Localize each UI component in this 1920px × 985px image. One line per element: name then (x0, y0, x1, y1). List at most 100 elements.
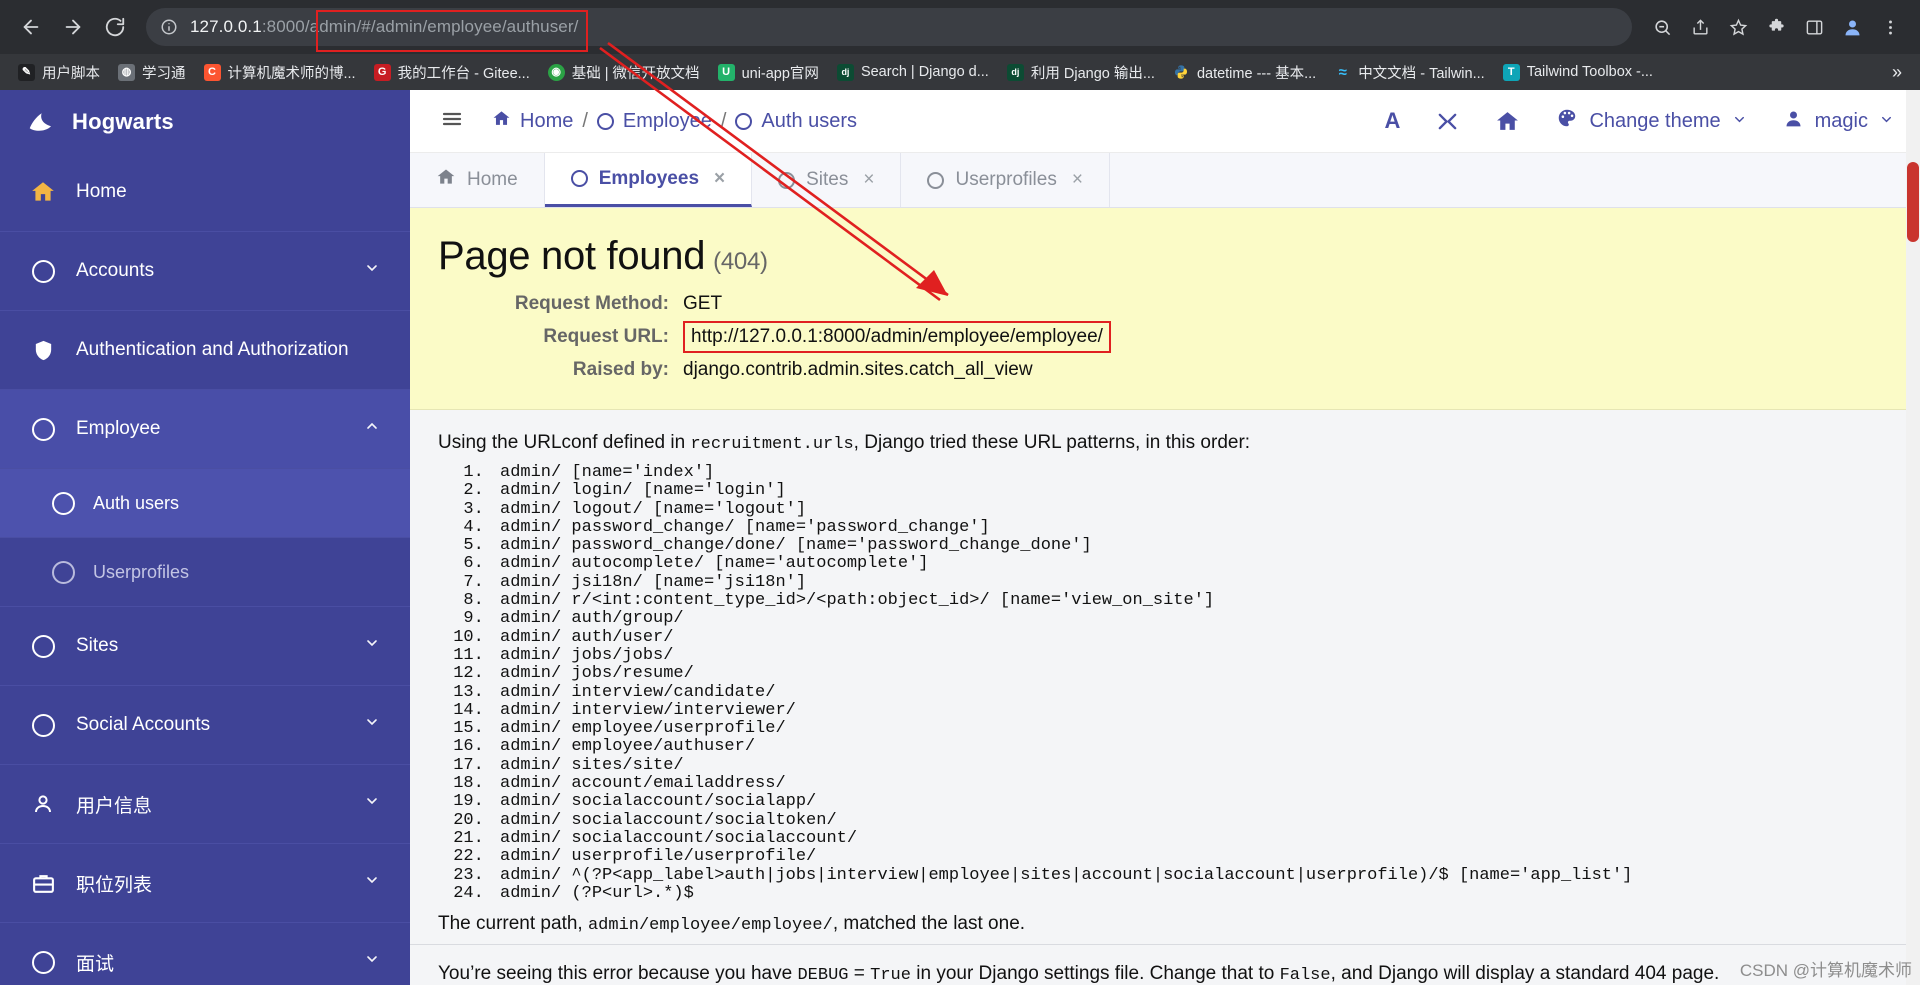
top-bar-actions: A Change theme magic (1385, 107, 1894, 135)
shuffle-icon[interactable] (1436, 110, 1459, 133)
font-size-icon[interactable]: A (1385, 108, 1401, 134)
bookmark-item[interactable]: ✎ 用户脚本 (10, 58, 108, 87)
url-pattern-item: admin/ auth/group/ (494, 610, 1920, 629)
sidebar-subitem-label: Userprofiles (93, 561, 190, 582)
user-menu-button[interactable]: magic (1783, 108, 1894, 135)
sidebar-item-employee[interactable]: Employee (0, 390, 410, 469)
circle-icon (778, 171, 796, 189)
home-icon[interactable] (1495, 109, 1520, 134)
url-pattern-item: admin/ password_change/done/ [name='pass… (494, 536, 1920, 555)
browser-chrome: 127.0.0.1:8000/admin/#/admin/employee/au… (0, 0, 1920, 90)
sidebar-item-auth-users[interactable]: Auth users (0, 469, 410, 538)
change-theme-button[interactable]: Change theme (1556, 107, 1746, 135)
close-icon[interactable]: × (863, 169, 874, 191)
share-icon[interactable] (1682, 9, 1718, 45)
debug-flag: DEBUG (797, 966, 849, 985)
page-scrollbar[interactable] (1906, 90, 1920, 985)
breadcrumb-item-auth-users[interactable]: Auth users (735, 110, 857, 133)
site-info-icon[interactable] (160, 18, 178, 36)
breadcrumb-separator: / (720, 109, 727, 132)
tab-home[interactable]: Home (410, 153, 545, 207)
url-pattern-item: admin/ (?P<url>.*)$ (494, 884, 1920, 903)
url-pattern-item: admin/ employee/authuser/ (494, 738, 1920, 757)
sidebar-item-label: Employee (76, 418, 161, 439)
url-pattern-item: admin/ employee/userprofile/ (494, 719, 1920, 738)
tab-employees[interactable]: Employees × (544, 153, 753, 207)
bookmark-item[interactable]: datetime --- 基本... (1165, 58, 1324, 87)
error-detail-value-highlighted: http://127.0.0.1:8000/admin/employee/emp… (683, 321, 1111, 353)
brand[interactable]: Hogwarts (0, 90, 410, 153)
address-bar[interactable]: 127.0.0.1:8000/admin/#/admin/employee/au… (146, 8, 1632, 52)
sidebar-item-authentication-and-authorization[interactable]: Authentication and Authorization (0, 311, 410, 390)
sidebar-item-userprofiles[interactable]: Userprofiles (0, 538, 410, 607)
bookmark-label: datetime --- 基本... (1196, 65, 1317, 82)
sidebar-item-social-accounts[interactable]: Social Accounts (0, 686, 410, 765)
urlconf-intro: Using the URLconf defined in recruitment… (438, 432, 1920, 454)
brand-name: Hogwarts (72, 108, 174, 134)
error-detail-key: Request URL: (543, 326, 669, 347)
bookmark-item[interactable]: T Tailwind Toolbox -... (1495, 60, 1661, 85)
star-icon[interactable] (1720, 9, 1756, 45)
bookmark-item[interactable]: ◉ 基础 | 微信开放文档 (540, 58, 708, 87)
url-pattern-item: admin/ password_change/ [name='password_… (494, 518, 1920, 537)
close-icon[interactable]: × (714, 168, 725, 190)
palette-icon (1556, 107, 1578, 135)
page-title: Page not found (404) (438, 234, 1920, 279)
url-pattern-item: admin/ ^(?P<app_label>auth|jobs|intervie… (494, 866, 1920, 885)
url-path-prefix: :8000/admin/#/ (261, 17, 376, 36)
sidebar-item-interview[interactable]: 面试 (0, 923, 410, 985)
sidepanel-icon[interactable] (1796, 9, 1832, 45)
back-button[interactable] (12, 8, 50, 46)
tab-userprofiles[interactable]: Userprofiles × (901, 153, 1110, 207)
tab-label: Home (467, 169, 518, 190)
bookmarks-bar: ✎ 用户脚本 ◍ 学习通 C 计算机魔术师的博... G 我的工作台 - Git… (0, 54, 1920, 90)
bookmark-item[interactable]: ≈ 中文文档 - Tailwin... (1326, 58, 1493, 87)
url-text: 127.0.0.1:8000/admin/#/admin/employee/au… (190, 17, 578, 37)
tailwind-icon: ≈ (1338, 63, 1347, 81)
sidebar-item-label: Sites (76, 635, 119, 656)
sidebar-item-home[interactable]: Home (0, 153, 410, 232)
extensions-icon[interactable] (1758, 9, 1794, 45)
tab-bar: Home Employees × Sites × Userprofiles × (410, 153, 1920, 208)
bookmarks-overflow-button[interactable]: » (1884, 62, 1910, 83)
sidebar-item-job-list[interactable]: 职位列表 (0, 844, 410, 923)
circle-icon (927, 171, 945, 189)
error-detail-row: Request URL: http://127.0.0.1:8000/admin… (438, 321, 1920, 353)
bookmark-label: 我的工作台 - Gitee... (397, 65, 530, 82)
sidebar-item-user-info[interactable]: 用户信息 (0, 765, 410, 844)
bookmark-item[interactable]: dj 利用 Django 输出... (999, 58, 1163, 87)
bookmark-item[interactable]: G 我的工作台 - Gitee... (366, 58, 538, 87)
profile-icon[interactable] (1834, 9, 1870, 45)
reload-button[interactable] (96, 8, 134, 46)
chevron-down-icon (364, 951, 380, 973)
breadcrumb-item-employee[interactable]: Employee (596, 110, 712, 133)
forward-button[interactable] (54, 8, 92, 46)
url-pattern-item: admin/ interview/candidate/ (494, 683, 1920, 702)
breadcrumb-item-home[interactable]: Home (492, 109, 573, 134)
tab-sites[interactable]: Sites × (752, 153, 902, 207)
hamburger-icon[interactable] (440, 107, 464, 136)
sidebar-item-accounts[interactable]: Accounts (0, 232, 410, 311)
url-pattern-item: admin/ userprofile/userprofile/ (494, 847, 1920, 866)
scrollbar-thumb[interactable] (1907, 162, 1919, 242)
current-path-prefix: The current path, (438, 913, 588, 935)
sidebar-item-sites[interactable]: Sites (0, 607, 410, 686)
bookmark-item[interactable]: C 计算机魔术师的博... (196, 58, 364, 87)
error-detail-key: Raised by: (572, 359, 669, 380)
uniapp-icon: U (717, 63, 735, 81)
circle-icon (52, 560, 75, 584)
main-area: Home / Employee / Auth users A Change th… (410, 90, 1920, 985)
url-pattern-item: admin/ socialaccount/socialtoken/ (494, 811, 1920, 830)
bookmark-item[interactable]: U uni-app官网 (710, 58, 827, 87)
zoom-icon[interactable] (1644, 9, 1680, 45)
bookmark-item[interactable]: dj Search | Django d... (829, 60, 997, 85)
tab-label: Employees (598, 167, 700, 189)
menu-icon[interactable] (1872, 9, 1908, 45)
debug-note: You’re seeing this error because you hav… (410, 944, 1920, 985)
userscript-icon: ✎ (18, 63, 35, 81)
sidebar: Hogwarts Home Accounts Authentication an… (0, 90, 410, 985)
bookmark-item[interactable]: ◍ 学习通 (110, 58, 194, 87)
circle-icon (30, 713, 56, 737)
close-icon[interactable]: × (1072, 169, 1083, 191)
circle-icon (596, 112, 614, 130)
